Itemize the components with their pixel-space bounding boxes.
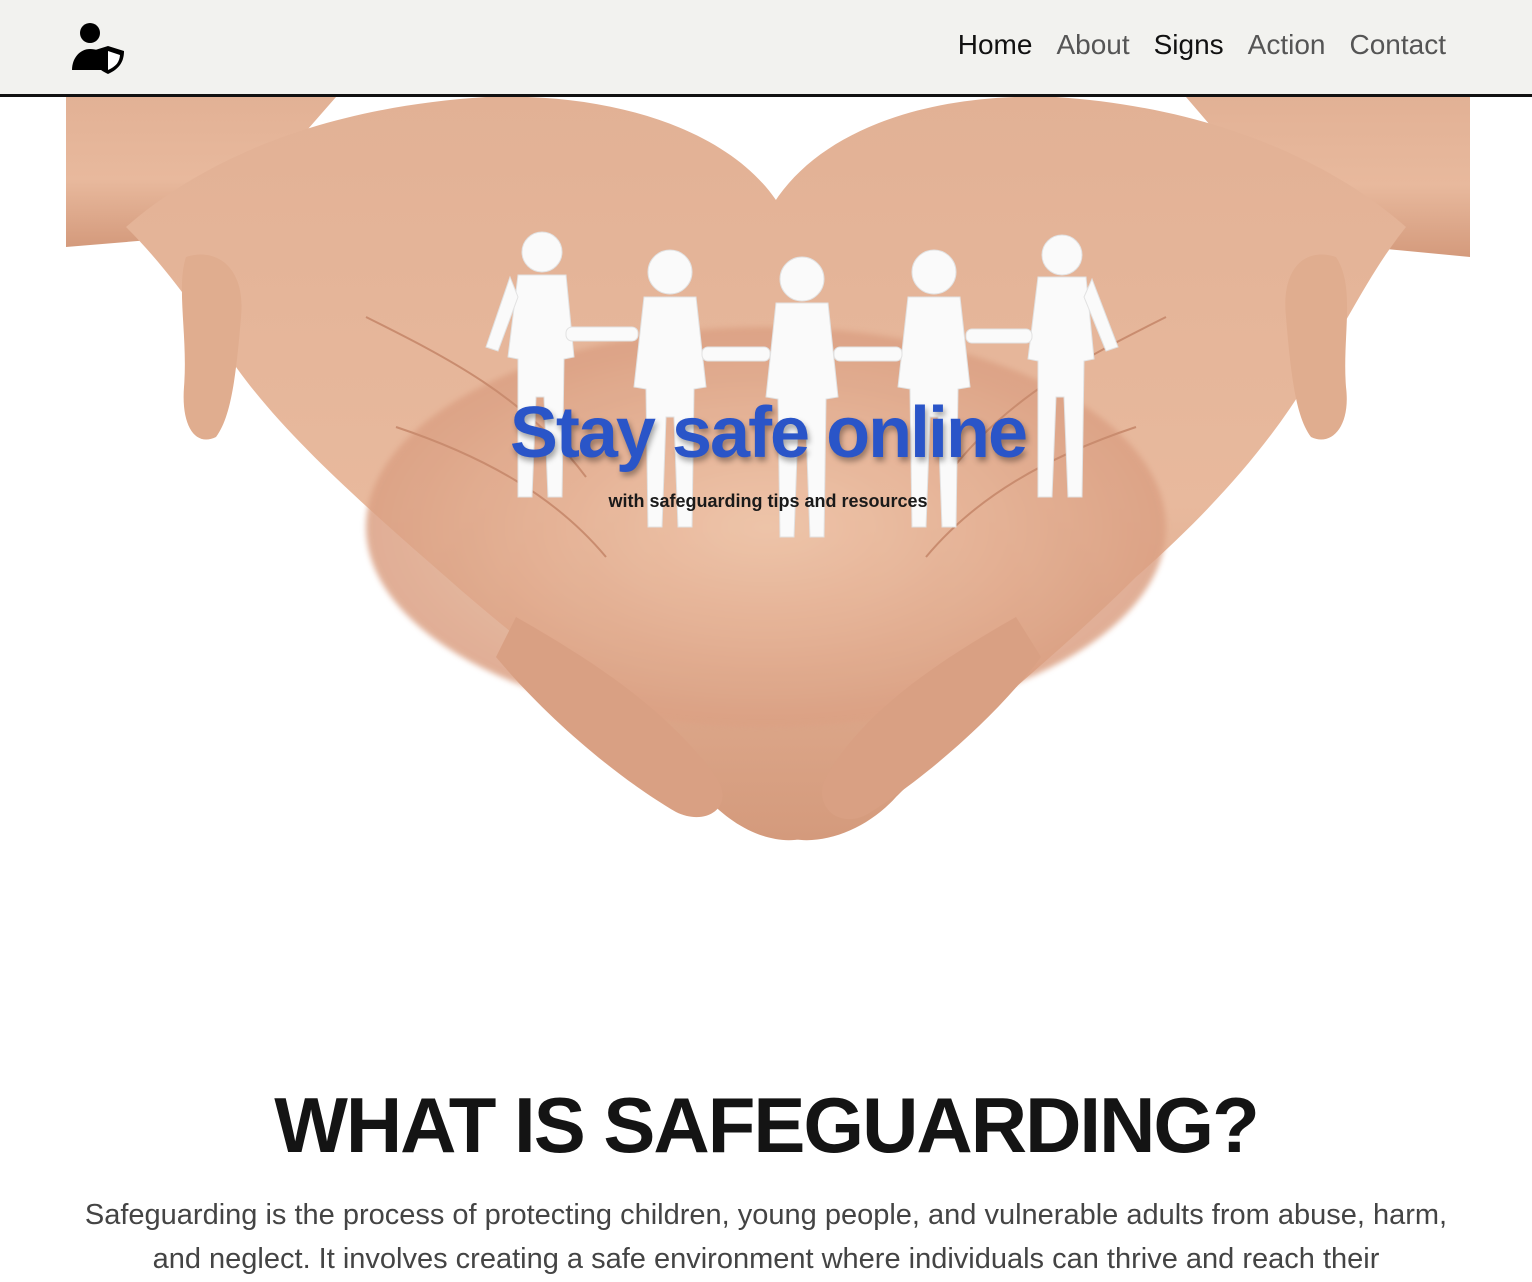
- section-body: Safeguarding is the process of protectin…: [84, 1199, 1448, 1275]
- nav-about[interactable]: About: [1044, 26, 1141, 64]
- hero-banner: Stay safe online with safeguarding tips …: [66, 97, 1470, 857]
- hero-image: [66, 97, 1470, 841]
- logo-link[interactable]: [68, 20, 126, 74]
- nav-signs[interactable]: Signs: [1142, 26, 1236, 64]
- hero-subtitle: with safeguarding tips and resources: [608, 491, 928, 511]
- navbar: Home About Signs Action Contact: [0, 0, 1532, 97]
- nav-contact[interactable]: Contact: [1338, 26, 1459, 64]
- nav-action[interactable]: Action: [1236, 26, 1338, 64]
- hero-title: Stay safe online: [509, 393, 1028, 473]
- nav-home[interactable]: Home: [946, 26, 1045, 64]
- section-title: WHAT IS SAFEGUARDING?: [274, 1081, 1260, 1169]
- user-shield-icon: [72, 23, 124, 74]
- main-nav: Home About Signs Action Contact: [946, 26, 1458, 64]
